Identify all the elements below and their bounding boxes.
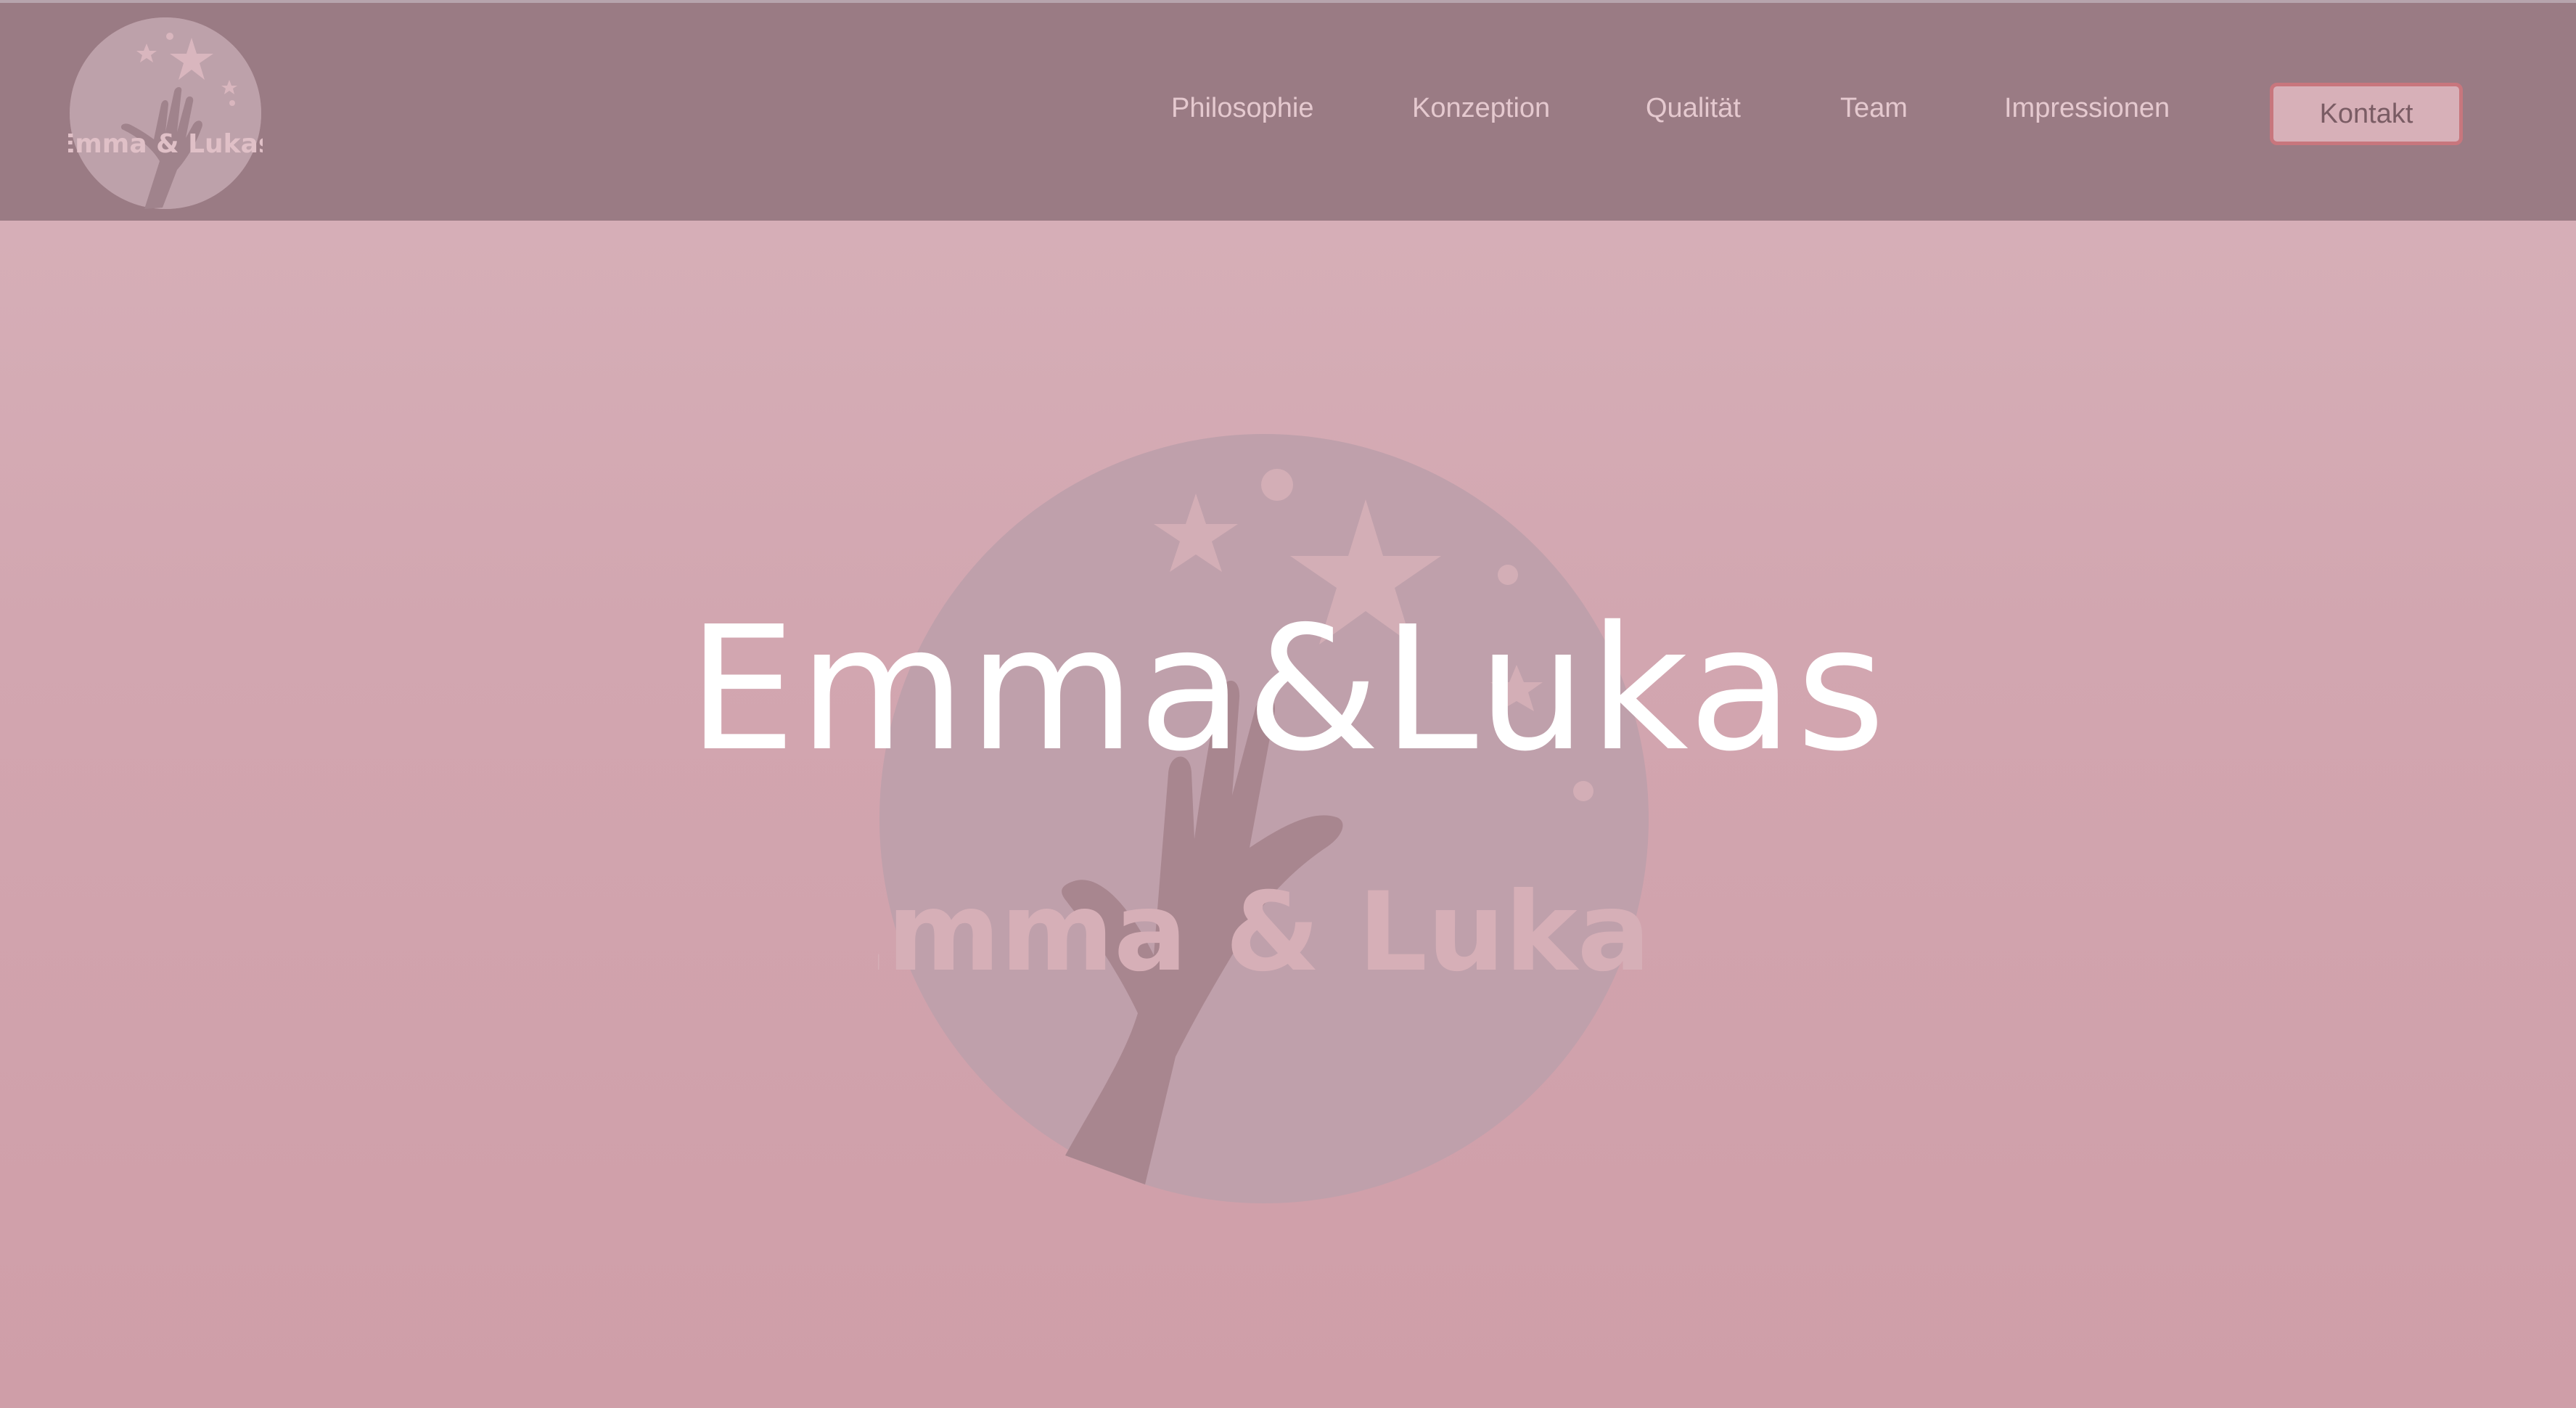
- nav-konzeption[interactable]: Konzeption: [1412, 93, 1550, 124]
- nav-team[interactable]: Team: [1840, 93, 1908, 124]
- page: Emma & Lukas Philosophie Konzeption Qual…: [0, 0, 2576, 1408]
- hero-title: Emma&Lukas: [687, 589, 1889, 789]
- hero-logo: Emma & Lukas: [878, 434, 1650, 1203]
- nav-philosophie[interactable]: Philosophie: [1171, 93, 1313, 124]
- main-nav: Philosophie Konzeption Qualität Team Imp…: [0, 3, 2576, 221]
- hero-logo-text: Emma & Lukas: [878, 869, 1650, 996]
- kontakt-button[interactable]: Kontakt: [2270, 83, 2463, 145]
- nav-impressionen[interactable]: Impressionen: [2004, 93, 2170, 124]
- nav-qualitaet[interactable]: Qualität: [1646, 93, 1741, 124]
- site-header: Emma & Lukas Philosophie Konzeption Qual…: [0, 3, 2576, 221]
